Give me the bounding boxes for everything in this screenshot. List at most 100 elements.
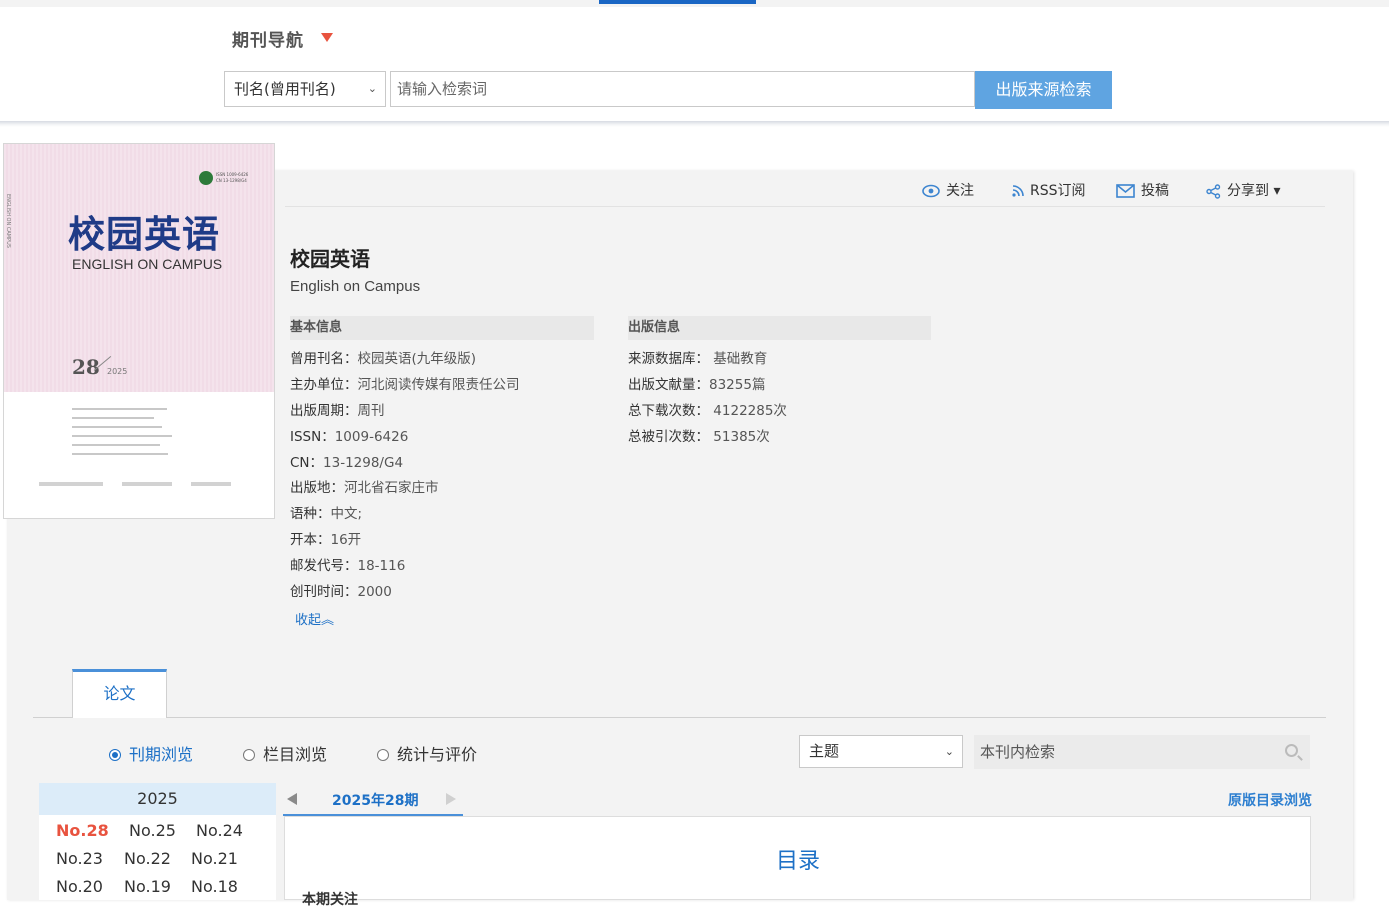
issue-link[interactable]: No.19 xyxy=(124,877,171,896)
info-value: 周刊 xyxy=(357,402,385,419)
issue-link-current[interactable]: No.28 xyxy=(56,821,109,840)
header-shadow xyxy=(0,121,1389,127)
info-value: 51385次 xyxy=(713,428,770,445)
radio-label: 统计与评价 xyxy=(397,745,478,764)
info-value: 4122285次 xyxy=(713,402,787,419)
radio-unchecked-icon xyxy=(243,749,255,761)
basic-info-heading: 基本信息 xyxy=(290,316,594,340)
info-value: 83255篇 xyxy=(709,376,766,393)
stats-eval-radio[interactable]: 统计与评价 xyxy=(377,741,477,765)
info-row: 语种：中文; xyxy=(290,502,520,528)
issue-link[interactable]: No.22 xyxy=(124,849,171,868)
rss-icon xyxy=(1012,185,1024,197)
info-row: 出版周期：周刊 xyxy=(290,399,520,425)
active-nav-indicator xyxy=(599,0,756,4)
info-row: ISSN：1009-6426 xyxy=(290,425,520,451)
info-row: 来源数据库： 基础教育 xyxy=(628,347,787,373)
info-label: CN： xyxy=(290,454,324,471)
info-label: 开本： xyxy=(290,532,331,549)
rss-label: RSS订阅 xyxy=(1030,183,1086,199)
info-value: 河北省石家庄市 xyxy=(344,480,439,497)
topic-select[interactable]: 主题 ⌄ xyxy=(799,735,963,768)
next-issue-arrow-icon[interactable] xyxy=(446,793,456,805)
issue-link[interactable]: No.20 xyxy=(56,877,103,896)
action-toolbar: 关注 RSS订阅 投稿 分享到 ▾ xyxy=(285,170,1325,207)
info-label: 邮发代号： xyxy=(290,558,358,575)
browse-by-issue-radio[interactable]: 刊期浏览 xyxy=(109,741,193,765)
topic-select-value: 主题 xyxy=(809,742,840,760)
search-input[interactable]: 请输入检索词 xyxy=(390,71,975,107)
journal-english-title: English on Campus xyxy=(290,278,421,295)
radio-label: 栏目浏览 xyxy=(263,745,328,764)
info-row: 总被引次数： 51385次 xyxy=(628,425,787,451)
info-value: 中文; xyxy=(330,506,363,523)
year-header[interactable]: 2025 xyxy=(39,783,276,815)
info-value: 18-116 xyxy=(357,558,406,575)
search-field-value: 刊名(曾用刊名) xyxy=(234,80,336,98)
info-label: 来源数据库： xyxy=(628,351,709,367)
eye-icon xyxy=(922,184,940,198)
journal-cover[interactable]: ISSN 1009-6426 CN 13-1298/G4 ENGLISH ON … xyxy=(3,143,275,519)
rss-button[interactable]: RSS订阅 xyxy=(1012,180,1086,200)
info-row: 主办单位：河北阅读传媒有限责任公司 xyxy=(290,373,520,399)
caret-down-icon[interactable] xyxy=(321,33,333,42)
info-value: 1009-6426 xyxy=(334,428,409,445)
info-row: 总下载次数： 4122285次 xyxy=(628,399,787,425)
original-toc-link[interactable]: 原版目录浏览 xyxy=(1228,790,1312,810)
cover-contents-line xyxy=(72,444,160,446)
info-value: 校园英语(九年级版) xyxy=(357,351,477,367)
tab-papers[interactable]: 论文 xyxy=(72,669,167,718)
cover-subtitle: ENGLISH ON CAMPUS xyxy=(72,256,223,272)
info-label: 出版地： xyxy=(290,480,344,497)
issue-link[interactable]: No.23 xyxy=(56,849,103,868)
cover-contents xyxy=(72,408,172,462)
info-label: 总下载次数： xyxy=(628,402,709,419)
in-journal-search-input[interactable]: 本刊内检索 xyxy=(974,735,1310,769)
info-label: 出版文献量： xyxy=(628,376,709,393)
info-row: 出版地：河北省石家庄市 xyxy=(290,476,520,502)
search-icon[interactable] xyxy=(1285,744,1298,757)
cover-footer-line xyxy=(39,482,103,486)
issue-link[interactable]: No.25 xyxy=(129,821,176,840)
cover-cn-line: CN 13-1298/G4 xyxy=(216,178,247,183)
issue-link[interactable]: No.18 xyxy=(191,877,238,896)
cover-contents-line xyxy=(72,417,154,419)
cover-contents-line xyxy=(72,453,168,455)
prev-issue-arrow-icon[interactable] xyxy=(287,793,297,805)
journal-nav-title[interactable]: 期刊导航 xyxy=(232,26,304,51)
submit-button[interactable]: 投稿 xyxy=(1116,180,1169,200)
cover-contents-line xyxy=(72,435,172,437)
issue-link[interactable]: No.24 xyxy=(196,821,243,840)
collapse-link[interactable]: 收起︽ xyxy=(295,609,334,628)
current-issue-tab[interactable]: 2025年28期 xyxy=(332,790,418,810)
info-row: CN：13-1298/G4 xyxy=(290,451,520,477)
info-row: 开本：16开 xyxy=(290,528,520,554)
info-row: 曾用刊名：校园英语(九年级版) xyxy=(290,347,520,373)
follow-button[interactable]: 关注 xyxy=(922,180,974,200)
share-button[interactable]: 分享到 ▾ xyxy=(1206,180,1280,200)
cover-issn: ISSN 1009-6426 CN 13-1298/G4 xyxy=(216,172,248,184)
radio-checked-icon xyxy=(109,749,121,761)
follow-label: 关注 xyxy=(946,183,974,199)
issue-link[interactable]: No.21 xyxy=(191,849,238,868)
info-label: 主办单位： xyxy=(290,376,358,393)
info-label: 出版周期： xyxy=(290,402,358,419)
toc-section-title: 本期关注 xyxy=(302,892,358,908)
seal-icon xyxy=(199,171,213,185)
basic-info-list: 曾用刊名：校园英语(九年级版) 主办单位：河北阅读传媒有限责任公司 出版周期：周… xyxy=(290,347,520,606)
info-value: 基础教育 xyxy=(713,351,768,367)
info-row: 创刊时间：2000 xyxy=(290,580,520,606)
info-value: 河北阅读传媒有限责任公司 xyxy=(357,376,520,393)
cover-issue-year: 2025 xyxy=(107,367,128,376)
cover-footer-line xyxy=(191,482,231,486)
cover-spine-text: ENGLISH ON CAMPUS xyxy=(5,194,11,248)
search-button[interactable]: 出版来源检索 xyxy=(975,71,1112,109)
cover-contents-line xyxy=(72,426,162,428)
browse-by-column-radio[interactable]: 栏目浏览 xyxy=(243,741,327,765)
mail-icon xyxy=(1116,184,1135,198)
cover-footer-line xyxy=(122,482,172,486)
tab-divider xyxy=(33,717,1326,718)
info-row: 出版文献量：83255篇 xyxy=(628,373,787,399)
search-field-select[interactable]: 刊名(曾用刊名) ⌄ xyxy=(224,71,386,107)
info-value: 16开 xyxy=(330,532,362,549)
